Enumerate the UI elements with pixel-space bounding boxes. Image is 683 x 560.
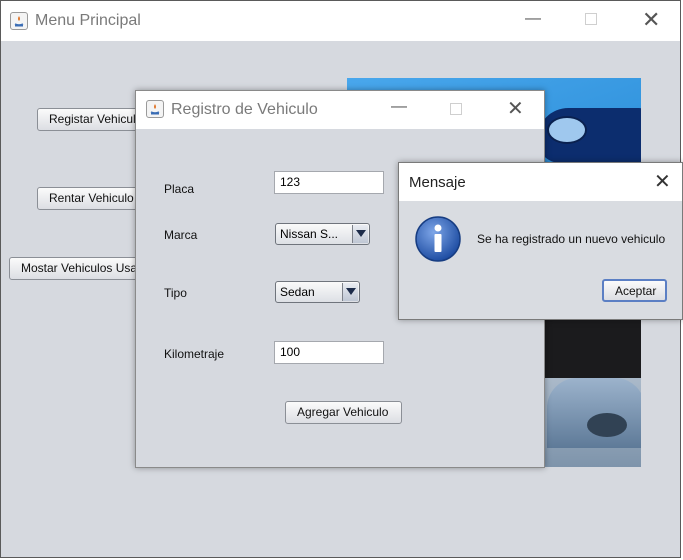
accept-button[interactable]: Aceptar: [602, 279, 667, 302]
kilometraje-label: Kilometraje: [164, 347, 225, 361]
message-dialog-titlebar: Mensaje ✕: [399, 163, 682, 201]
tipo-select[interactable]: Sedan: [275, 281, 360, 303]
placa-input[interactable]: 123: [274, 171, 384, 194]
chevron-down-icon[interactable]: [352, 225, 368, 243]
maximize-icon[interactable]: [585, 13, 597, 25]
info-icon: [414, 215, 462, 263]
close-icon[interactable]: ✕: [654, 169, 671, 194]
main-window-title: Menu Principal: [35, 12, 141, 29]
java-app-icon: [10, 12, 28, 30]
main-titlebar: Menu Principal — ✕: [1, 1, 680, 41]
tipo-selected-value: Sedan: [280, 285, 315, 299]
tipo-label: Tipo: [164, 286, 187, 300]
register-dialog-title: Registro de Vehiculo: [171, 101, 318, 118]
minimize-icon[interactable]: —: [525, 10, 541, 28]
message-dialog: Mensaje ✕ Se ha registrado un nuevo vehi…: [398, 162, 683, 320]
minimize-icon[interactable]: —: [391, 98, 407, 116]
message-text: Se ha registrado un nuevo vehiculo: [477, 232, 666, 246]
marca-label: Marca: [164, 228, 198, 242]
register-dialog-titlebar: Registro de Vehiculo — ✕: [136, 91, 544, 129]
close-icon[interactable]: ✕: [642, 7, 660, 33]
message-dialog-title: Mensaje: [409, 174, 466, 191]
chevron-down-icon[interactable]: [342, 283, 358, 301]
maximize-icon[interactable]: [450, 103, 462, 115]
marca-selected-value: Nissan S...: [280, 227, 339, 241]
marca-select[interactable]: Nissan S...: [275, 223, 370, 245]
placa-label: Placa: [164, 182, 195, 196]
kilometraje-input[interactable]: 100: [274, 341, 384, 364]
add-vehicle-button[interactable]: Agregar Vehiculo: [285, 401, 402, 424]
java-app-icon: [146, 100, 164, 118]
close-icon[interactable]: ✕: [507, 96, 524, 121]
